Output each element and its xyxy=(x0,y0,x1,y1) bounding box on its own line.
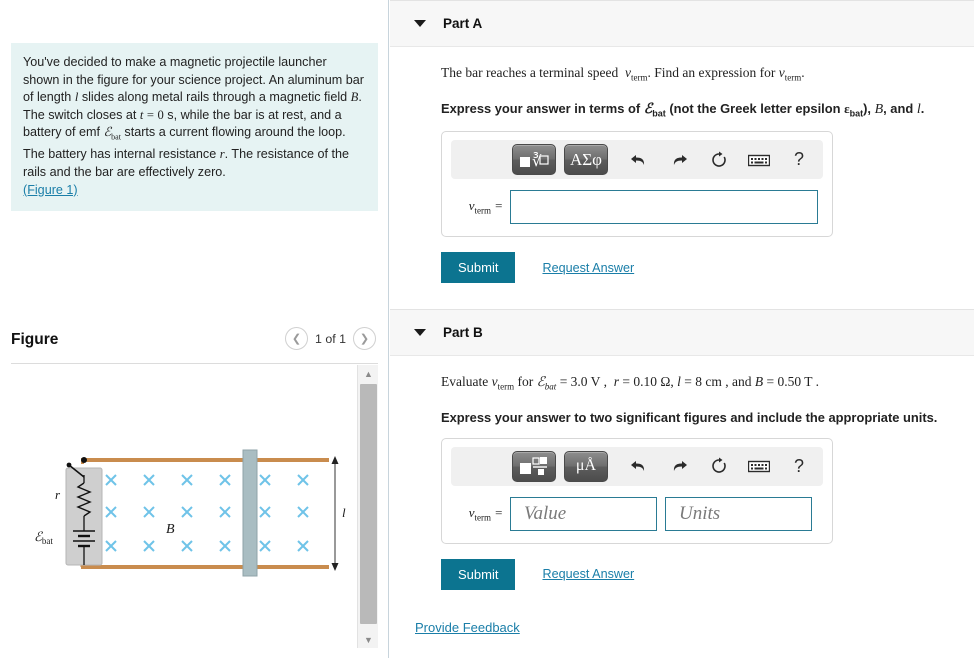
launcher-diagram: r ℰbat B⃗ l xyxy=(34,449,346,577)
caret-down-icon[interactable] xyxy=(414,20,426,27)
scrollbar-thumb[interactable] xyxy=(360,384,377,624)
part-b-toolbar: μÅ ? xyxy=(451,446,823,486)
help-icon[interactable]: ? xyxy=(782,452,816,481)
part-b-variable-label: vterm = xyxy=(468,505,503,523)
part-b-value-input[interactable] xyxy=(510,496,657,531)
top-rail xyxy=(81,458,329,462)
undo-icon[interactable] xyxy=(622,145,656,174)
figure-title: Figure xyxy=(11,331,59,348)
part-b-label: Part B xyxy=(443,325,483,341)
label-length: l xyxy=(342,505,346,520)
part-b-question: Evaluate vterm for ℰbat = 3.0 V , r = 0.… xyxy=(441,374,819,392)
part-a-instruction: Express your answer in terms of ℰbat (no… xyxy=(441,100,925,119)
part-a-submit-button[interactable]: Submit xyxy=(441,252,516,284)
part-b-body: Evaluate vterm for ℰbat = 3.0 V , r = 0.… xyxy=(390,374,974,590)
part-a-body: The bar reaches a terminal speed vterm. … xyxy=(390,65,974,284)
part-a-request-answer-link[interactable]: Request Answer xyxy=(542,261,634,275)
part-b-answer-box: μÅ ? vterm = Value Units xyxy=(441,437,833,544)
left-panel: You've decided to make a magnetic projec… xyxy=(0,0,389,658)
sliding-bar xyxy=(242,449,258,577)
part-b-instruction: Express your answer to two significant f… xyxy=(441,409,938,425)
caret-down-icon[interactable] xyxy=(414,329,426,337)
bottom-rail xyxy=(81,565,329,569)
units-symbols-button[interactable]: μÅ xyxy=(564,450,608,482)
figure-counter: 1 of 1 xyxy=(314,331,346,346)
reset-icon[interactable] xyxy=(702,452,736,481)
figure-frame: r ℰbat B⃗ l ▲ ▼ xyxy=(11,363,378,648)
part-a-header[interactable]: Part A xyxy=(390,0,974,47)
part-a-toolbar: ∛ ΑΣφ ? xyxy=(451,140,823,180)
figure-canvas: r ℰbat B⃗ l xyxy=(11,365,356,648)
scroll-down-icon[interactable]: ▼ xyxy=(358,631,379,648)
provide-feedback-link[interactable]: Provide Feedback xyxy=(415,620,520,635)
undo-icon[interactable] xyxy=(622,452,656,481)
chevron-left-icon[interactable]: ❮ xyxy=(284,327,308,350)
figure-scrollbar[interactable]: ▲ ▼ xyxy=(357,365,378,648)
problem-text: You've decided to make a magnetic projec… xyxy=(23,55,364,197)
figure-1-link[interactable]: (Figure 1) xyxy=(23,183,78,197)
label-field: B⃗ xyxy=(166,522,185,537)
part-b-header[interactable]: Part B xyxy=(390,309,974,357)
reset-icon[interactable] xyxy=(702,145,736,174)
figure-nav: ❮ 1 of 1 ❯ xyxy=(284,327,376,350)
keyboard-icon[interactable] xyxy=(742,452,776,481)
label-emf: ℰbat xyxy=(34,529,53,546)
label-resistance: r xyxy=(55,487,61,502)
part-a-variable-label: vterm = xyxy=(468,198,503,217)
figure-header: Figure ❮ 1 of 1 ❯ xyxy=(11,327,378,361)
chevron-right-icon[interactable]: ❯ xyxy=(353,327,376,350)
part-b-request-answer-link[interactable]: Request Answer xyxy=(542,567,634,581)
part-a-submit-row: Submit Request Answer xyxy=(441,252,974,284)
part-a-answer-box: ∛ ΑΣφ ? vterm = xyxy=(441,131,833,238)
part-a-input-row: vterm = xyxy=(442,190,832,225)
units-template-icon[interactable] xyxy=(512,450,556,482)
help-icon[interactable]: ? xyxy=(782,145,816,174)
redo-icon[interactable] xyxy=(662,145,696,174)
magnetic-field-marks xyxy=(105,474,309,552)
math-template-icon[interactable]: ∛ xyxy=(512,144,556,176)
part-b-units-input[interactable] xyxy=(665,496,812,531)
part-b-input-row: vterm = xyxy=(442,496,832,531)
problem-statement: You've decided to make a magnetic projec… xyxy=(11,43,378,212)
page-root: You've decided to make a magnetic projec… xyxy=(0,0,974,658)
keyboard-icon[interactable] xyxy=(742,145,776,174)
part-a-question: The bar reaches a terminal speed vterm. … xyxy=(441,65,805,83)
scroll-up-icon[interactable]: ▲ xyxy=(358,365,379,382)
right-panel: Part A The bar reaches a terminal speed … xyxy=(390,0,974,658)
part-a-answer-input[interactable] xyxy=(510,190,818,225)
switch-contact-right xyxy=(81,457,87,463)
part-b-submit-row: Submit Request Answer xyxy=(441,558,974,590)
part-b-submit-button[interactable]: Submit xyxy=(441,558,516,590)
greek-symbols-button[interactable]: ΑΣφ xyxy=(564,144,608,176)
redo-icon[interactable] xyxy=(662,452,696,481)
part-a-label: Part A xyxy=(443,16,483,31)
